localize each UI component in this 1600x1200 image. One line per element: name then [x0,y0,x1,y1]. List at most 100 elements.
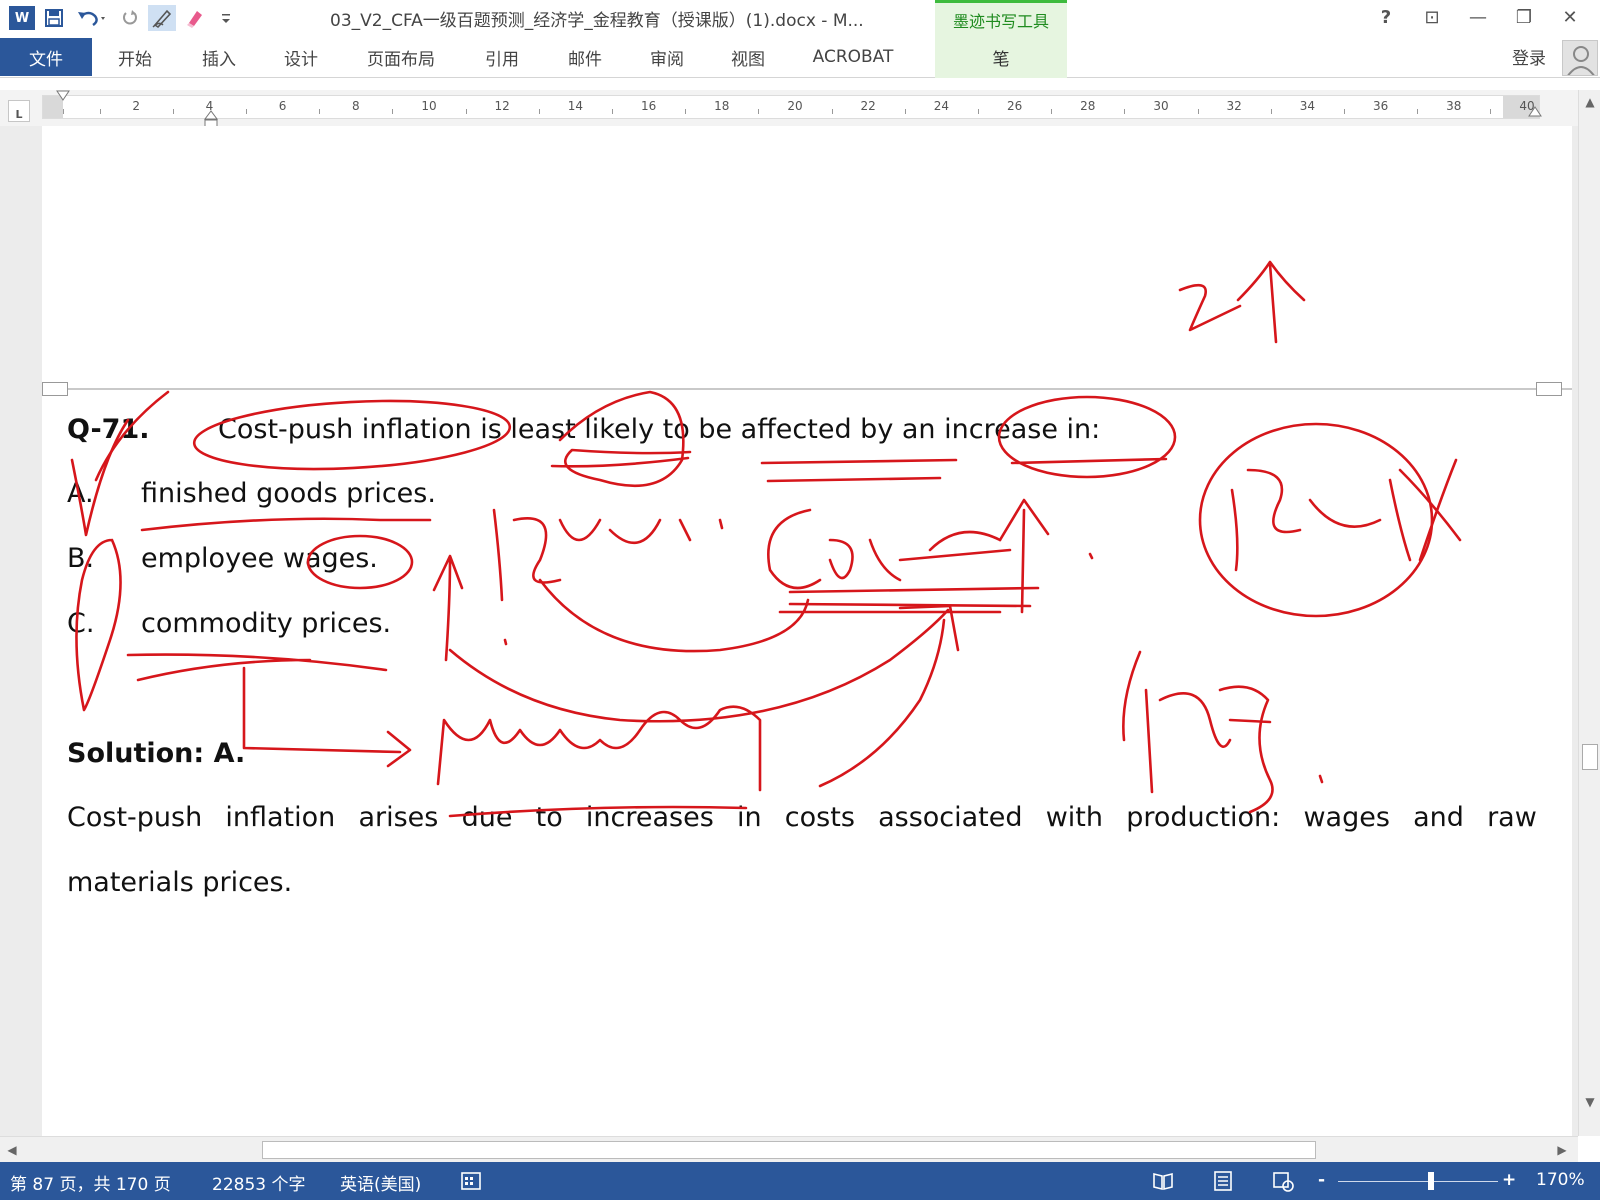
option-text-c: commodity prices. [141,608,392,639]
undo-icon [78,11,105,27]
tab-pen[interactable]: 笔 [935,36,1067,78]
ruler-number: 28 [1080,99,1096,113]
horizontal-scrollbar[interactable]: ◀ ▶ [0,1136,1578,1162]
scroll-down-icon[interactable]: ▼ [1582,1094,1598,1110]
ruler-tick [172,109,174,114]
option-letter-c: C. [67,608,95,639]
print-layout-icon[interactable] [1212,1170,1234,1192]
zoom-in-button[interactable]: + [1502,1170,1516,1190]
ruler-tick [758,109,760,114]
solution-word: inflation [225,802,336,833]
scroll-up-icon[interactable]: ▲ [1582,94,1598,110]
page-count[interactable]: 第 87 页，共 170 页 [10,1170,171,1195]
ruler-row: L 2 4 6 8 10 12 14 16 18 20 22 24 26 28 30 32 34 36 38 40 [0,90,1600,129]
tab-page-layout[interactable]: 页面布局 [342,38,460,76]
word-count[interactable]: 22853 个字 [212,1170,305,1195]
ruler-number: 6 [278,99,287,113]
solution-word: wages [1303,802,1390,833]
tab-home[interactable]: 开始 [92,38,178,76]
save-button[interactable] [40,5,68,31]
tab-mailings[interactable]: 邮件 [544,38,626,76]
zoom-level[interactable]: 170% [1536,1170,1585,1190]
ruler-number: 20 [787,99,803,113]
restore-icon: ❐ [1515,6,1533,28]
tab-selector-button[interactable]: L [8,100,30,122]
ruler-tick [612,109,613,114]
ruler-number: 22 [860,99,876,113]
eraser-button[interactable] [180,5,208,31]
quick-access-toolbar: W [8,4,240,32]
pen-icon [152,9,172,29]
right-indent-icon[interactable] [1528,106,1542,118]
web-layout-icon[interactable] [1272,1170,1294,1192]
ruler-number: 36 [1372,99,1389,113]
solution-word: arises [358,802,439,833]
question-label: Q-71. [67,414,150,445]
pen-button[interactable] [148,5,176,31]
ruler-tick [1124,109,1126,114]
horizontal-ruler[interactable]: 2 4 6 8 10 12 14 16 18 20 22 24 26 28 30 32 34 36 38 40 [42,95,1540,119]
zoom-slider[interactable] [1338,1181,1498,1182]
tab-design[interactable]: 设计 [260,38,342,76]
page-break-line [42,388,1572,390]
help-icon: ? [1380,6,1392,28]
ruler-number: 2 [132,99,141,113]
option-text-b: employee wages. [141,543,378,574]
ribbon-tabs: 文件 开始 插入 设计 页面布局 引用 邮件 审阅 视图 ACROBAT 笔 登… [0,36,1600,78]
solution-word: increases [585,802,714,833]
title-bar: W 03_V2_CFA一级百题预测_经济学_金程教育（授课版）(1).docx … [0,0,1600,36]
solution-word: raw [1487,802,1537,833]
ruler-tick [392,109,394,114]
macro-record-icon[interactable] [460,1170,482,1192]
ruler-tick [904,109,906,114]
page-gap-marker-left[interactable] [42,382,68,396]
ribbon-display-button[interactable]: ⊡ [1412,2,1452,32]
eraser-icon [187,11,202,28]
close-button[interactable]: ✕ [1550,2,1590,32]
redo-button[interactable] [116,5,144,31]
sign-in-link[interactable]: 登录 [1512,44,1546,69]
vertical-scroll-thumb[interactable] [1582,744,1598,770]
language-indicator[interactable]: 英语(美国) [340,1170,421,1195]
ruler-number: 18 [714,99,730,113]
ruler-tick [1417,109,1419,114]
tab-insert[interactable]: 插入 [178,38,260,76]
solution-word: Cost-push [67,802,203,833]
question-stem: Cost-push inflation is least likely to b… [218,414,1101,445]
ruler-tick [99,109,101,114]
tab-review[interactable]: 审阅 [626,38,708,76]
restore-button[interactable]: ❐ [1504,2,1544,32]
avatar[interactable] [1562,40,1598,76]
ruler-tick [319,109,321,114]
zoom-out-button[interactable]: - [1318,1170,1325,1190]
zoom-slider-thumb[interactable] [1428,1172,1434,1190]
solution-word: production: [1126,802,1281,833]
tab-stop-icon: L [15,108,23,121]
ruler-number: 10 [421,99,437,113]
ruler-tick [978,109,979,114]
tab-acrobat[interactable]: ACROBAT [788,38,918,76]
help-button[interactable]: ? [1366,2,1406,32]
solution-word: to [535,802,563,833]
horizontal-scroll-thumb[interactable] [262,1141,1316,1159]
option-text-a: finished goods prices. [141,478,436,509]
scroll-right-icon[interactable]: ▶ [1554,1142,1570,1158]
document-title: 03_V2_CFA一级百题预测_经济学_金程教育（授课版）(1).docx - … [330,11,864,31]
word-app-icon[interactable]: W [8,5,36,31]
ribbon-display-icon: ⊡ [1424,6,1440,28]
tab-view[interactable]: 视图 [708,38,788,76]
first-line-indent-icon[interactable] [56,90,70,102]
tab-file[interactable]: 文件 [0,38,92,76]
ruler-tick [1344,109,1345,114]
scroll-left-icon[interactable]: ◀ [4,1142,20,1158]
minimize-button[interactable]: — [1458,2,1498,32]
read-mode-icon[interactable] [1152,1170,1174,1192]
solution-word: due [461,802,513,833]
ruler-tick [1270,109,1272,114]
customize-qat-button[interactable] [212,5,240,31]
vertical-scrollbar[interactable]: ▲ ▼ [1578,90,1600,1136]
ruler-number: 30 [1153,99,1169,113]
tab-references[interactable]: 引用 [460,38,544,76]
page-gap-marker-right[interactable] [1536,382,1562,396]
undo-button[interactable] [72,5,112,31]
